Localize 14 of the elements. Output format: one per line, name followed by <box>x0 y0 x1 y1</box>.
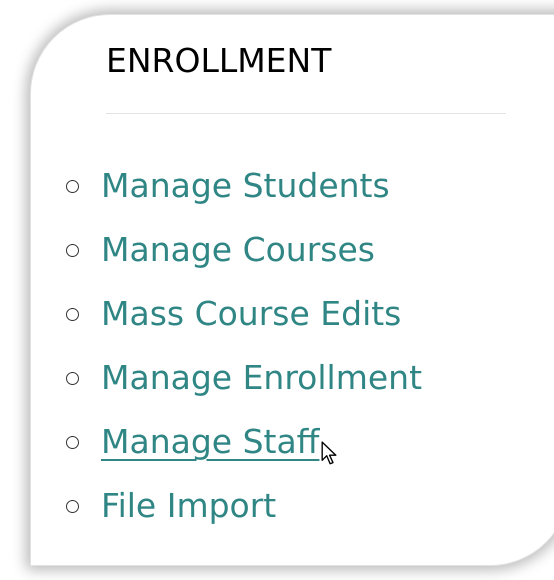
bullet-icon <box>66 436 79 448</box>
bullet-icon <box>66 180 79 192</box>
nav-link[interactable]: Manage Courses <box>101 225 375 275</box>
nav-link[interactable]: Manage Staff <box>101 417 320 467</box>
section-title: ENROLLMENT <box>106 40 332 82</box>
bullet-icon <box>66 372 79 384</box>
nav-link[interactable]: Manage Enrollment <box>101 353 422 403</box>
bullet-icon <box>66 308 79 320</box>
bullet-icon <box>66 500 79 512</box>
nav-link[interactable]: File Import <box>101 481 276 531</box>
nav-link[interactable]: Mass Course Edits <box>101 289 402 339</box>
bullet-icon <box>66 244 79 256</box>
nav-link[interactable]: Manage Students <box>101 161 390 211</box>
cursor-icon <box>321 440 338 466</box>
